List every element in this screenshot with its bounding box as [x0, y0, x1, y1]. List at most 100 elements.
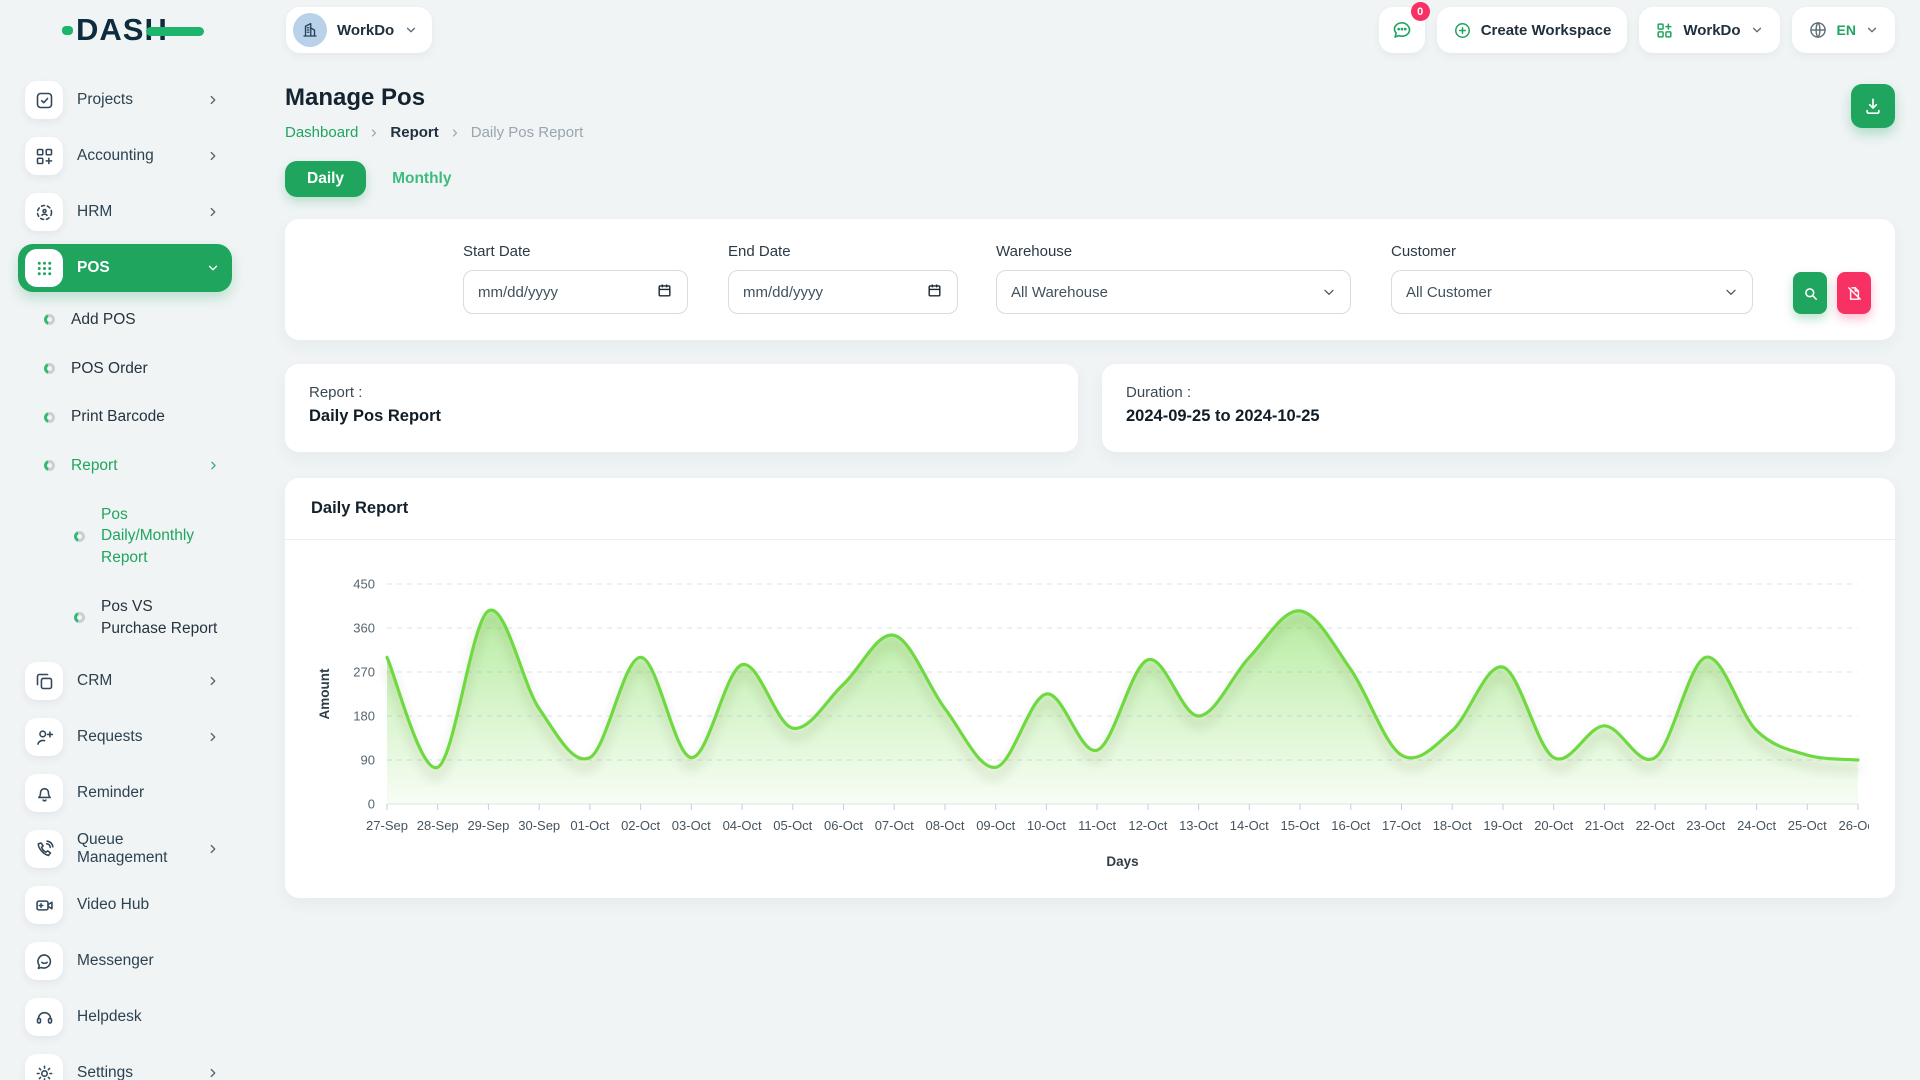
reminder-icon: [25, 774, 63, 812]
chat-bubble-icon: [1391, 19, 1413, 41]
chevron-right-icon: [207, 459, 220, 472]
customer-select[interactable]: All Customer: [1391, 270, 1753, 314]
chevron-right-icon: [368, 127, 380, 139]
svg-text:27-Sep: 27-Sep: [366, 818, 408, 833]
sidebar-item-projects[interactable]: Projects: [18, 76, 232, 124]
svg-text:17-Oct: 17-Oct: [1382, 818, 1421, 833]
sidebar-item-reminder[interactable]: Reminder: [18, 769, 232, 817]
start-date-input[interactable]: mm/dd/yyyy: [463, 270, 688, 314]
sidebar-item-pos-order[interactable]: POS Order: [18, 349, 232, 389]
search-icon: [1802, 285, 1819, 302]
warehouse-select[interactable]: All Warehouse: [996, 270, 1351, 314]
svg-text:11-Oct: 11-Oct: [1078, 818, 1116, 833]
sidebar: Projects Accounting HRM POS Add POS POS Order…: [0, 60, 250, 1080]
sidebar-item-label: Video Hub: [77, 896, 220, 914]
sidebar-item-add-pos[interactable]: Add POS: [18, 300, 232, 340]
chevron-down-icon: [1750, 23, 1764, 37]
end-date-label: End Date: [728, 243, 958, 260]
account-menu[interactable]: WorkDo: [1639, 7, 1779, 53]
apps-grid-icon: [1655, 21, 1674, 40]
reset-filter-button[interactable]: [1837, 272, 1871, 314]
page-title: Manage Pos: [285, 84, 583, 112]
svg-text:Amount: Amount: [317, 668, 332, 719]
svg-text:02-Oct: 02-Oct: [621, 818, 660, 833]
calendar-icon[interactable]: [926, 282, 943, 303]
breadcrumb-report[interactable]: Report: [390, 124, 438, 141]
sidebar-item-pos-daily-monthly-report[interactable]: Pos Daily/Monthly Report: [18, 495, 232, 578]
create-workspace-button[interactable]: Create Workspace: [1437, 7, 1628, 53]
svg-text:20-Oct: 20-Oct: [1534, 818, 1573, 833]
sidebar-item-print-barcode[interactable]: Print Barcode: [18, 397, 232, 437]
report-tabs: Daily Monthly: [285, 161, 1895, 197]
sidebar-item-accounting[interactable]: Accounting: [18, 132, 232, 180]
workspace-avatar-icon: [293, 13, 327, 47]
svg-text:28-Sep: 28-Sep: [417, 818, 459, 833]
sidebar-item-pos[interactable]: POS: [18, 244, 232, 292]
sidebar-item-label: Helpdesk: [77, 1008, 220, 1026]
messages-button[interactable]: 0: [1379, 7, 1425, 53]
sidebar-item-label: Accounting: [77, 147, 206, 165]
workspace-selector[interactable]: WorkDo: [286, 7, 432, 53]
chart-title: Daily Report: [285, 478, 1895, 540]
sidebar-item-pos-vs-purchase-report[interactable]: Pos VS Purchase Report: [18, 587, 232, 648]
filter-card: Start Date mm/dd/yyyy End Date mm/dd/yyy…: [285, 219, 1895, 340]
svg-text:10-Oct: 10-Oct: [1027, 818, 1066, 833]
svg-text:360: 360: [353, 621, 375, 636]
svg-text:25-Oct: 25-Oct: [1788, 818, 1827, 833]
sidebar-item-label: HRM: [77, 203, 206, 221]
account-menu-label: WorkDo: [1683, 22, 1740, 39]
svg-text:01-Oct: 01-Oct: [570, 818, 609, 833]
svg-text:24-Oct: 24-Oct: [1737, 818, 1776, 833]
language-selector[interactable]: EN: [1792, 7, 1895, 53]
sidebar-item-messenger[interactable]: Messenger: [18, 937, 232, 985]
sidebar-item-label: Reminder: [77, 784, 220, 802]
accounting-icon: [25, 137, 63, 175]
sidebar-item-hrm[interactable]: HRM: [18, 188, 232, 236]
calendar-icon[interactable]: [656, 282, 673, 303]
sidebar-item-requests[interactable]: Requests: [18, 713, 232, 761]
globe-icon: [1808, 20, 1828, 40]
download-button[interactable]: [1851, 84, 1895, 128]
sidebar-item-label: Pos VS Purchase Report: [101, 596, 220, 639]
end-date-input[interactable]: mm/dd/yyyy: [728, 270, 958, 314]
chevron-down-icon: [206, 261, 220, 275]
breadcrumb: Dashboard Report Daily Pos Report: [285, 124, 583, 141]
chevron-down-icon: [1322, 285, 1336, 299]
logo-bar-accent: [146, 27, 204, 36]
tab-monthly[interactable]: Monthly: [392, 170, 451, 188]
bullet-icon: [44, 460, 55, 471]
sidebar-item-label: Requests: [77, 728, 206, 746]
sidebar-item-label: Add POS: [71, 309, 220, 331]
bullet-icon: [44, 412, 55, 423]
svg-text:03-Oct: 03-Oct: [672, 818, 711, 833]
chevron-right-icon: [206, 93, 220, 107]
sidebar-item-label: Report: [71, 455, 207, 477]
projects-icon: [25, 81, 63, 119]
sidebar-item-video-hub[interactable]: Video Hub: [18, 881, 232, 929]
chevron-right-icon: [449, 127, 461, 139]
main-content: Manage Pos Dashboard Report Daily Pos Re…: [250, 60, 1920, 1080]
chevron-down-icon: [404, 23, 418, 37]
apply-filter-button[interactable]: [1793, 272, 1827, 314]
svg-text:29-Sep: 29-Sep: [467, 818, 509, 833]
video-icon: [25, 886, 63, 924]
sidebar-item-helpdesk[interactable]: Helpdesk: [18, 993, 232, 1041]
customer-value: All Customer: [1406, 284, 1724, 301]
start-date-placeholder: mm/dd/yyyy: [478, 284, 656, 301]
customer-label: Customer: [1391, 243, 1753, 260]
plus-circle-icon: [1453, 21, 1472, 40]
tab-daily[interactable]: Daily: [285, 161, 366, 197]
sidebar-item-queue-management[interactable]: Queue Management: [18, 825, 232, 873]
svg-text:09-Oct: 09-Oct: [976, 818, 1015, 833]
svg-text:450: 450: [353, 577, 375, 592]
sidebar-item-settings[interactable]: Settings: [18, 1049, 232, 1080]
svg-text:26-Oct: 26-Oct: [1838, 818, 1869, 833]
app-logo[interactable]: DASH: [62, 12, 204, 48]
hrm-icon: [25, 193, 63, 231]
sidebar-item-crm[interactable]: CRM: [18, 657, 232, 705]
sidebar-item-label: CRM: [77, 672, 206, 690]
sidebar-item-report[interactable]: Report: [18, 446, 232, 486]
breadcrumb-dashboard[interactable]: Dashboard: [285, 124, 358, 141]
queue-icon: [25, 830, 63, 868]
svg-text:14-Oct: 14-Oct: [1230, 818, 1269, 833]
